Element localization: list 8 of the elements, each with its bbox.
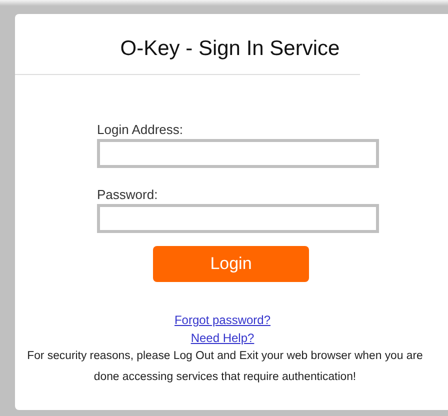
page-title: O-Key - Sign In Service xyxy=(120,37,340,61)
forgot-password-link[interactable]: Forgot password? xyxy=(174,313,271,327)
security-notice: For security reasons, please Log Out and Exit your web browser when you are done accessing services that require authentication! xyxy=(26,349,424,385)
login-field[interactable] xyxy=(97,139,379,168)
help-link[interactable]: Need Help? xyxy=(190,331,254,345)
field-label: Password: xyxy=(97,187,158,202)
password-field[interactable] xyxy=(97,204,379,233)
field-label: Login Address: xyxy=(97,122,184,137)
